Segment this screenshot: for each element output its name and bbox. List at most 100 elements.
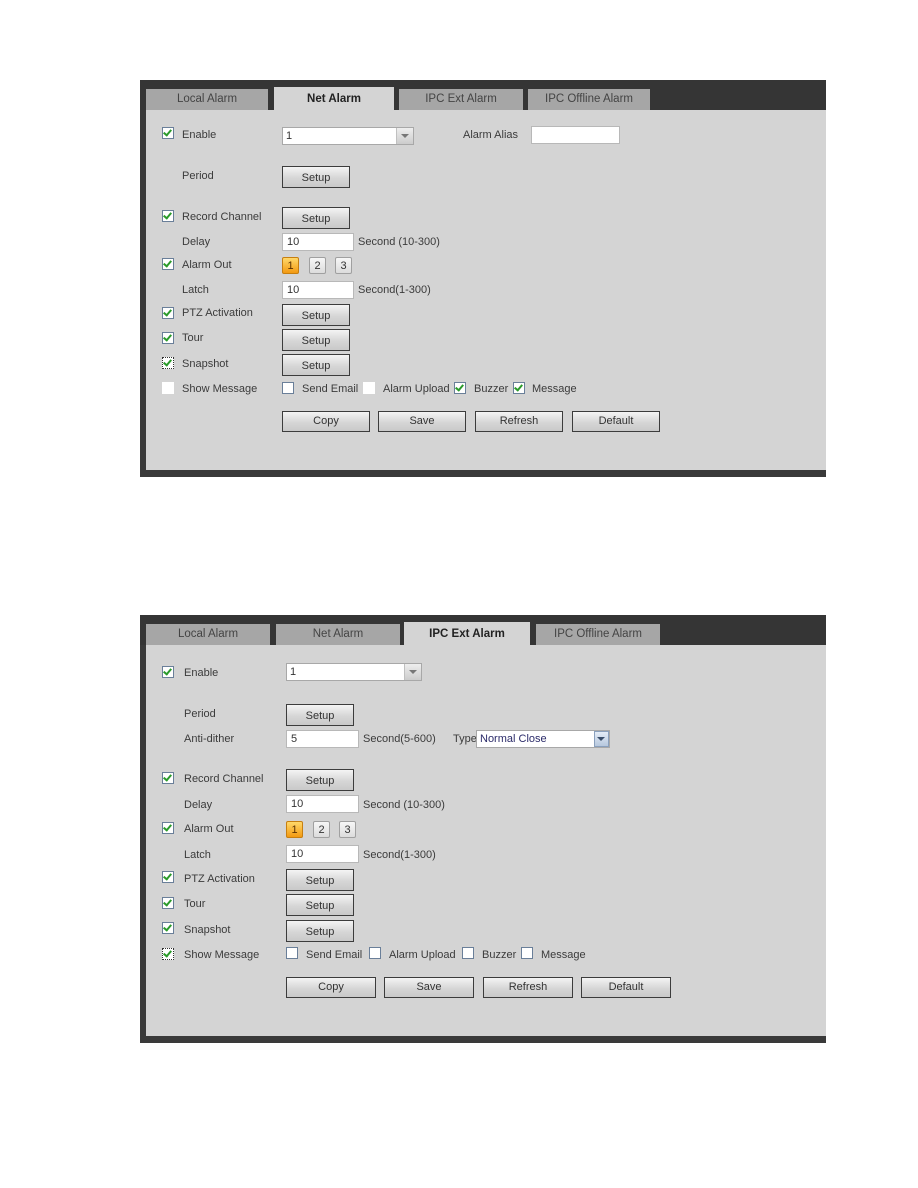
save-button[interactable]: Save xyxy=(384,977,474,998)
alarm-out-channel-2[interactable]: 2 xyxy=(313,821,330,838)
tour-checkbox[interactable] xyxy=(162,897,174,909)
anti-dither-unit: Second(5-600) xyxy=(363,733,436,745)
buzzer-label: Buzzer xyxy=(482,949,517,961)
alarm-out-label: Alarm Out xyxy=(184,823,234,835)
ptz-activation-setup-button[interactable]: Setup xyxy=(286,869,354,891)
chevron-down-icon[interactable] xyxy=(404,664,421,680)
alarm-upload-checkbox[interactable] xyxy=(369,947,381,959)
delay-input[interactable]: 10 xyxy=(286,795,359,813)
snapshot-checkbox[interactable] xyxy=(162,357,174,369)
alarm-out-label: Alarm Out xyxy=(182,259,232,271)
record-channel-checkbox[interactable] xyxy=(162,772,174,784)
type-select-value: Normal Close xyxy=(480,733,547,745)
snapshot-setup-button[interactable]: Setup xyxy=(282,354,350,376)
tab-local-alarm[interactable]: Local Alarm xyxy=(146,624,270,645)
latch-unit: Second(1-300) xyxy=(363,849,436,861)
record-channel-label: Record Channel xyxy=(184,773,264,785)
tour-label: Tour xyxy=(184,898,206,910)
tour-label: Tour xyxy=(182,332,204,344)
tab-ipc-ext-alarm[interactable]: IPC Ext Alarm xyxy=(399,89,523,110)
alarm-alias-input[interactable] xyxy=(531,126,620,144)
channel-select[interactable]: 1 xyxy=(286,663,422,681)
tour-setup-button[interactable]: Setup xyxy=(286,894,354,916)
alarm-out-channel-1[interactable]: 1 xyxy=(286,821,303,838)
ptz-activation-checkbox[interactable] xyxy=(162,871,174,883)
period-label: Period xyxy=(184,708,216,720)
send-email-checkbox[interactable] xyxy=(282,382,294,394)
buzzer-checkbox[interactable] xyxy=(462,947,474,959)
snapshot-setup-button[interactable]: Setup xyxy=(286,920,354,942)
ptz-activation-setup-button[interactable]: Setup xyxy=(282,304,350,326)
delay-label: Delay xyxy=(182,236,211,248)
tab-bar: Local Alarm Net Alarm IPC Ext Alarm IPC … xyxy=(140,615,826,645)
delay-unit: Second (10-300) xyxy=(363,799,445,811)
tour-setup-button[interactable]: Setup xyxy=(282,329,350,351)
record-channel-setup-button[interactable]: Setup xyxy=(282,207,350,229)
period-setup-button[interactable]: Setup xyxy=(282,166,350,188)
message-label: Message xyxy=(532,383,577,395)
alarm-out-channel-3[interactable]: 3 xyxy=(339,821,356,838)
show-message-label: Show Message xyxy=(182,383,258,395)
enable-label: Enable xyxy=(184,667,219,679)
send-email-checkbox[interactable] xyxy=(286,947,298,959)
chevron-down-icon[interactable] xyxy=(396,128,413,144)
alarm-out-channel-1[interactable]: 1 xyxy=(282,257,299,274)
show-message-checkbox[interactable] xyxy=(162,382,174,394)
alarm-out-checkbox[interactable] xyxy=(162,258,174,270)
refresh-button[interactable]: Refresh xyxy=(475,411,563,432)
enable-checkbox[interactable] xyxy=(162,666,174,678)
tour-checkbox[interactable] xyxy=(162,332,174,344)
send-email-label: Send Email xyxy=(306,949,363,961)
tab-net-alarm[interactable]: Net Alarm xyxy=(274,87,394,110)
message-checkbox[interactable] xyxy=(521,947,533,959)
snapshot-checkbox[interactable] xyxy=(162,922,174,934)
alarm-upload-label: Alarm Upload xyxy=(383,383,450,395)
enable-label: Enable xyxy=(182,129,217,141)
period-setup-button[interactable]: Setup xyxy=(286,704,354,726)
alarm-out-channel-2[interactable]: 2 xyxy=(309,257,326,274)
chevron-down-icon[interactable] xyxy=(594,731,609,747)
settings-form: Enable 1 Alarm Alias Period Setup Record… xyxy=(146,110,826,470)
ipc-ext-alarm-panel: Local Alarm Net Alarm IPC Ext Alarm IPC … xyxy=(140,615,826,1043)
type-select[interactable]: Normal Close xyxy=(476,730,610,748)
latch-unit: Second(1-300) xyxy=(358,284,431,296)
type-label: Type xyxy=(453,733,477,745)
ptz-activation-label: PTZ Activation xyxy=(184,873,255,885)
snapshot-label: Snapshot xyxy=(182,358,229,370)
default-button[interactable]: Default xyxy=(572,411,660,432)
alarm-upload-checkbox[interactable] xyxy=(363,382,375,394)
tab-net-alarm[interactable]: Net Alarm xyxy=(276,624,400,645)
tab-bar: Local Alarm Net Alarm IPC Ext Alarm IPC … xyxy=(140,80,826,110)
snapshot-label: Snapshot xyxy=(184,924,231,936)
save-button[interactable]: Save xyxy=(378,411,466,432)
period-label: Period xyxy=(182,170,214,182)
copy-button[interactable]: Copy xyxy=(286,977,376,998)
tab-local-alarm[interactable]: Local Alarm xyxy=(146,89,268,110)
record-channel-checkbox[interactable] xyxy=(162,210,174,222)
default-button[interactable]: Default xyxy=(581,977,671,998)
tab-ipc-offline-alarm[interactable]: IPC Offline Alarm xyxy=(536,624,660,645)
copy-button[interactable]: Copy xyxy=(282,411,370,432)
net-alarm-panel: Local Alarm Net Alarm IPC Ext Alarm IPC … xyxy=(140,80,826,477)
record-channel-setup-button[interactable]: Setup xyxy=(286,769,354,791)
latch-label: Latch xyxy=(182,284,209,296)
enable-checkbox[interactable] xyxy=(162,127,174,139)
alarm-out-channel-3[interactable]: 3 xyxy=(335,257,352,274)
refresh-button[interactable]: Refresh xyxy=(483,977,573,998)
tab-ipc-offline-alarm[interactable]: IPC Offline Alarm xyxy=(528,89,650,110)
message-checkbox[interactable] xyxy=(513,382,525,394)
delay-input[interactable]: 10 xyxy=(282,233,354,251)
channel-select[interactable]: 1 xyxy=(282,127,414,145)
ptz-activation-checkbox[interactable] xyxy=(162,307,174,319)
show-message-checkbox[interactable] xyxy=(162,948,174,960)
tab-ipc-ext-alarm[interactable]: IPC Ext Alarm xyxy=(404,622,530,645)
alarm-out-checkbox[interactable] xyxy=(162,822,174,834)
buzzer-checkbox[interactable] xyxy=(454,382,466,394)
anti-dither-label: Anti-dither xyxy=(184,733,235,745)
latch-input[interactable]: 10 xyxy=(282,281,354,299)
anti-dither-input[interactable]: 5 xyxy=(286,730,359,748)
latch-input[interactable]: 10 xyxy=(286,845,359,863)
delay-unit: Second (10-300) xyxy=(358,236,440,248)
show-message-label: Show Message xyxy=(184,949,260,961)
settings-form: Enable 1 Period Setup Anti-dither 5 Seco… xyxy=(146,645,826,1036)
